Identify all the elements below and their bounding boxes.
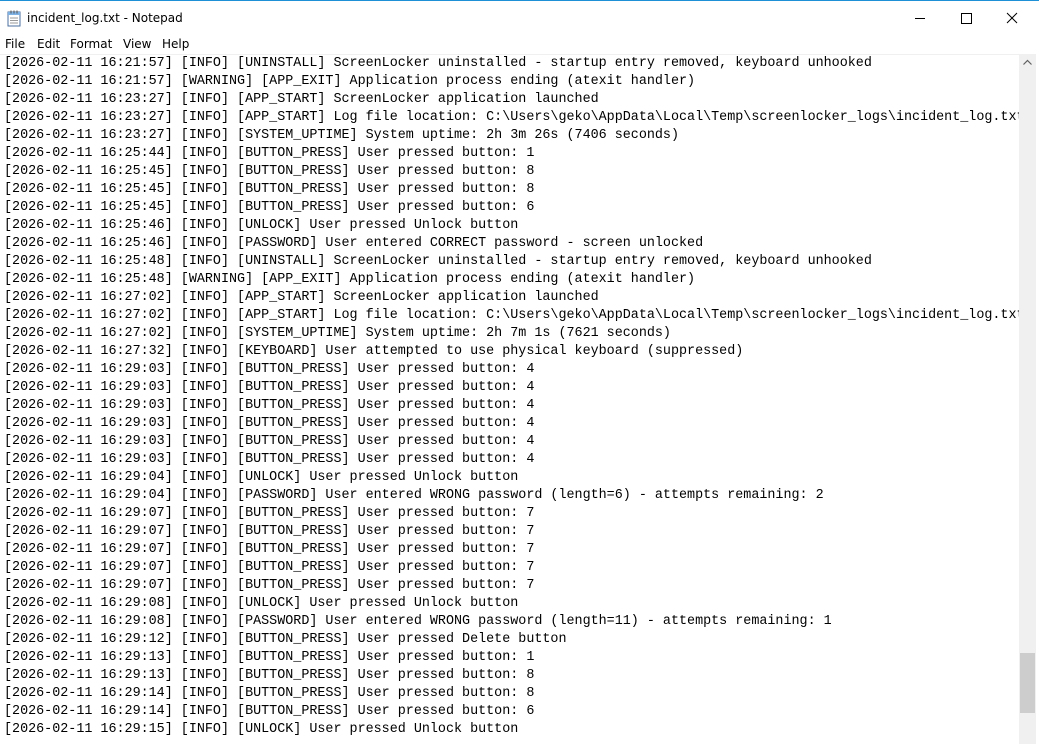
text-line: [2026-02-11 16:29:07] [INFO] [BUTTON_PRE… [4,524,535,539]
vertical-scrollbar[interactable] [1019,54,1036,744]
text-line: [2026-02-11 16:23:27] [INFO] [APP_START]… [4,92,599,107]
scroll-up-button[interactable] [1019,54,1036,71]
text-line: [2026-02-11 16:27:02] [INFO] [APP_START]… [4,308,1019,323]
menu-file[interactable]: File [5,36,25,54]
maximize-icon [961,13,972,24]
text-line: [2026-02-11 16:29:03] [INFO] [BUTTON_PRE… [4,380,535,395]
close-icon [1006,12,1018,24]
text-line: [2026-02-11 16:29:08] [INFO] [UNLOCK] Us… [4,596,519,611]
close-button[interactable] [989,1,1035,36]
text-line: [2026-02-11 16:25:44] [INFO] [BUTTON_PRE… [4,146,535,161]
text-line: [2026-02-11 16:25:46] [INFO] [PASSWORD] … [4,236,704,251]
text-line: [2026-02-11 16:27:02] [INFO] [APP_START]… [4,290,599,305]
text-line: [2026-02-11 16:27:32] [INFO] [KEYBOARD] … [4,344,744,359]
minimize-icon [915,18,925,19]
text-line: [2026-02-11 16:29:14] [INFO] [BUTTON_PRE… [4,686,535,701]
text-line: [2026-02-11 16:29:07] [INFO] [BUTTON_PRE… [4,560,535,575]
text-line: [2026-02-11 16:29:03] [INFO] [BUTTON_PRE… [4,416,535,431]
notepad-icon[interactable] [7,10,21,27]
text-line: [2026-02-11 16:29:14] [INFO] [BUTTON_PRE… [4,704,535,719]
text-line: [2026-02-11 16:29:15] [INFO] [UNLOCK] Us… [4,722,519,737]
text-line: [2026-02-11 16:27:02] [INFO] [SYSTEM_UPT… [4,326,671,341]
text-line: [2026-02-11 16:23:27] [INFO] [APP_START]… [4,110,1019,125]
text-line: [2026-02-11 16:29:07] [INFO] [BUTTON_PRE… [4,578,535,593]
text-line: [2026-02-11 16:29:03] [INFO] [BUTTON_PRE… [4,362,535,377]
text-line: [2026-02-11 16:29:03] [INFO] [BUTTON_PRE… [4,434,535,449]
text-line: [2026-02-11 16:29:04] [INFO] [UNLOCK] Us… [4,470,519,485]
title-bar[interactable]: incident_log.txt - Notepad [0,0,1039,36]
notepad-window: incident_log.txt - Notepad File Edit For… [0,0,1039,744]
minimize-button[interactable] [897,1,943,36]
menu-help[interactable]: Help [162,36,189,54]
text-content: [2026-02-11 16:21:57] [INFO] [UNINSTALL]… [4,55,1019,739]
text-line: [2026-02-11 16:29:08] [INFO] [PASSWORD] … [4,614,832,629]
text-line: [2026-02-11 16:25:45] [INFO] [BUTTON_PRE… [4,182,535,197]
text-line: [2026-02-11 16:21:57] [WARNING] [APP_EXI… [4,74,696,89]
window-title: incident_log.txt - Notepad [27,11,183,25]
text-line: [2026-02-11 16:29:03] [INFO] [BUTTON_PRE… [4,398,535,413]
text-line: [2026-02-11 16:29:13] [INFO] [BUTTON_PRE… [4,650,535,665]
menu-bar: File Edit Format View Help [0,36,1039,54]
maximize-button[interactable] [943,1,989,36]
scroll-thumb[interactable] [1020,653,1035,714]
menu-view[interactable]: View [123,36,151,54]
text-line: [2026-02-11 16:29:07] [INFO] [BUTTON_PRE… [4,506,535,521]
menu-format[interactable]: Format [70,36,112,54]
text-line: [2026-02-11 16:25:48] [WARNING] [APP_EXI… [4,272,696,287]
text-line: [2026-02-11 16:25:45] [INFO] [BUTTON_PRE… [4,200,535,215]
text-line: [2026-02-11 16:29:12] [INFO] [BUTTON_PRE… [4,632,567,647]
text-line: [2026-02-11 16:25:46] [INFO] [UNLOCK] Us… [4,218,519,233]
text-line: [2026-02-11 16:29:03] [INFO] [BUTTON_PRE… [4,452,535,467]
text-line: [2026-02-11 16:29:04] [INFO] [PASSWORD] … [4,488,824,503]
text-line: [2026-02-11 16:29:07] [INFO] [BUTTON_PRE… [4,542,535,557]
text-editor[interactable]: [2026-02-11 16:21:57] [INFO] [UNINSTALL]… [0,54,1019,744]
text-line: [2026-02-11 16:21:57] [INFO] [UNINSTALL]… [4,56,872,71]
menu-edit[interactable]: Edit [37,36,60,54]
chevron-up-icon [1023,59,1032,65]
text-line: [2026-02-11 16:25:48] [INFO] [UNINSTALL]… [4,254,872,269]
text-line: [2026-02-11 16:29:13] [INFO] [BUTTON_PRE… [4,668,535,683]
text-line: [2026-02-11 16:23:27] [INFO] [SYSTEM_UPT… [4,128,679,143]
text-line: [2026-02-11 16:25:45] [INFO] [BUTTON_PRE… [4,164,535,179]
